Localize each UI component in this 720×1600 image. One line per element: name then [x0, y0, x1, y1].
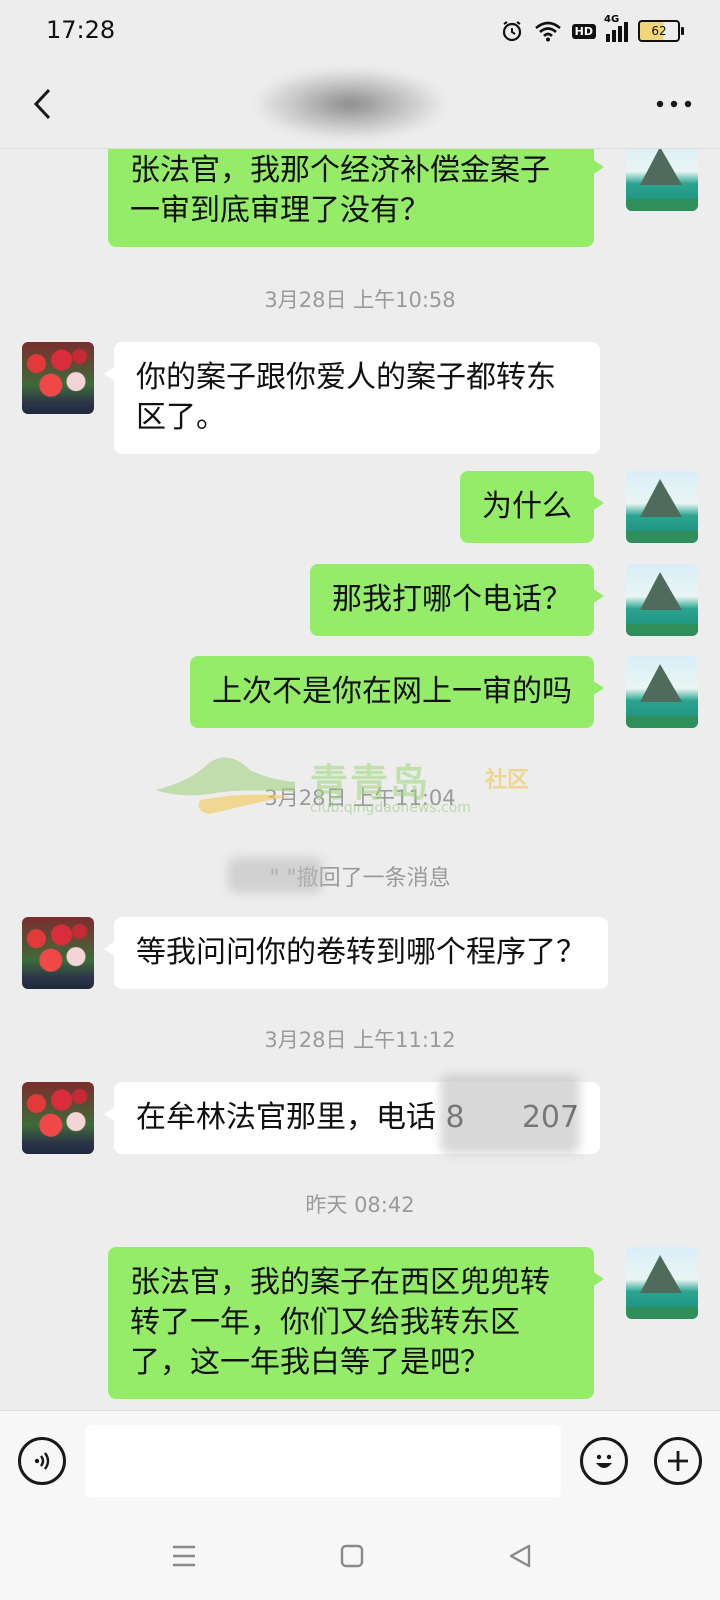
landscape-avatar-image	[626, 656, 698, 728]
message-bubble-other[interactable]: 你的案子跟你爱人的案子都转东区了。	[104, 342, 600, 454]
contact-avatar[interactable]	[22, 917, 94, 989]
chevron-left-icon	[33, 88, 51, 120]
message-timestamp: 3月28日 上午11:04	[264, 786, 456, 810]
recall-notice: " "撤回了一条消息	[269, 866, 451, 891]
system-back-button[interactable]	[500, 1539, 540, 1573]
flowers-avatar-image	[22, 917, 94, 989]
redacted-name	[228, 857, 323, 893]
status-icons: HD 4G 62	[500, 14, 684, 46]
system-menu-button[interactable]	[164, 1539, 204, 1573]
message-bubble-self[interactable]: 张法官，我的案子在西区兜兜转转了一年，你们又给我转东区了，这一年我白等了是吧？	[108, 1247, 604, 1399]
flowers-avatar-image	[22, 342, 94, 414]
message-bubble-other[interactable]: 等我问问你的卷转到哪个程序了？	[104, 917, 608, 989]
message-input[interactable]	[85, 1425, 561, 1497]
contact-avatar[interactable]	[22, 342, 94, 414]
alarm-icon	[502, 21, 521, 42]
message-bubble-self[interactable]: 那我打哪个电话？	[310, 564, 604, 636]
more-options-button[interactable]	[648, 82, 700, 126]
message-input-bar	[0, 1410, 720, 1511]
message-timestamp: 3月28日 上午11:12	[264, 1028, 456, 1052]
more-functions-button[interactable]	[654, 1437, 702, 1485]
message-timestamp: 3月28日 上午10:58	[264, 288, 456, 312]
chat-title-redacted	[255, 68, 445, 140]
landscape-avatar-image	[626, 471, 698, 543]
triangle-back-icon	[509, 1544, 531, 1568]
status-bar: 17:28 HD 4G 62	[0, 0, 720, 60]
self-avatar[interactable]	[626, 564, 698, 636]
landscape-avatar-image	[626, 564, 698, 636]
system-navigation-bar	[0, 1511, 720, 1600]
wifi-icon	[534, 21, 561, 42]
emoji-button[interactable]	[580, 1437, 628, 1485]
message-bubble-self[interactable]: 张法官，我那个经济补偿金案子一审到底审理了没有？	[108, 149, 604, 247]
message-bubble-self[interactable]: 上次不是你在网上一审的吗	[190, 656, 604, 728]
landscape-avatar-image	[626, 1247, 698, 1319]
contact-avatar[interactable]	[22, 1082, 94, 1154]
network-label: 4G	[604, 14, 620, 25]
self-avatar[interactable]	[626, 1247, 698, 1319]
redacted-phone	[440, 1074, 580, 1154]
home-icon	[340, 1544, 364, 1568]
self-avatar[interactable]	[626, 471, 698, 543]
back-button[interactable]	[20, 82, 64, 126]
voice-button[interactable]	[18, 1437, 66, 1485]
landscape-avatar-image	[626, 149, 698, 211]
message-bubble-self[interactable]: 为什么	[460, 471, 604, 543]
message-timestamp: 昨天 08:42	[305, 1193, 415, 1217]
voice-icon	[34, 1452, 50, 1470]
chat-header	[0, 60, 720, 149]
chat-message-list[interactable]: 张法官，我那个经济补偿金案子一审到底审理了没有？ 3月28日 上午10:58 你…	[0, 149, 720, 1409]
self-avatar[interactable]	[626, 149, 698, 211]
flowers-avatar-image	[22, 1082, 94, 1154]
plus-icon	[668, 1451, 688, 1471]
status-time: 17:28	[46, 16, 116, 44]
system-home-button[interactable]	[332, 1539, 372, 1573]
hd-badge: HD	[571, 23, 596, 39]
self-avatar[interactable]	[626, 656, 698, 728]
emoji-icon	[596, 1454, 612, 1468]
battery-indicator: 62	[638, 20, 684, 42]
signal-icon: 4G	[604, 14, 628, 42]
menu-icon	[173, 1545, 195, 1567]
more-dots-icon	[656, 100, 692, 108]
